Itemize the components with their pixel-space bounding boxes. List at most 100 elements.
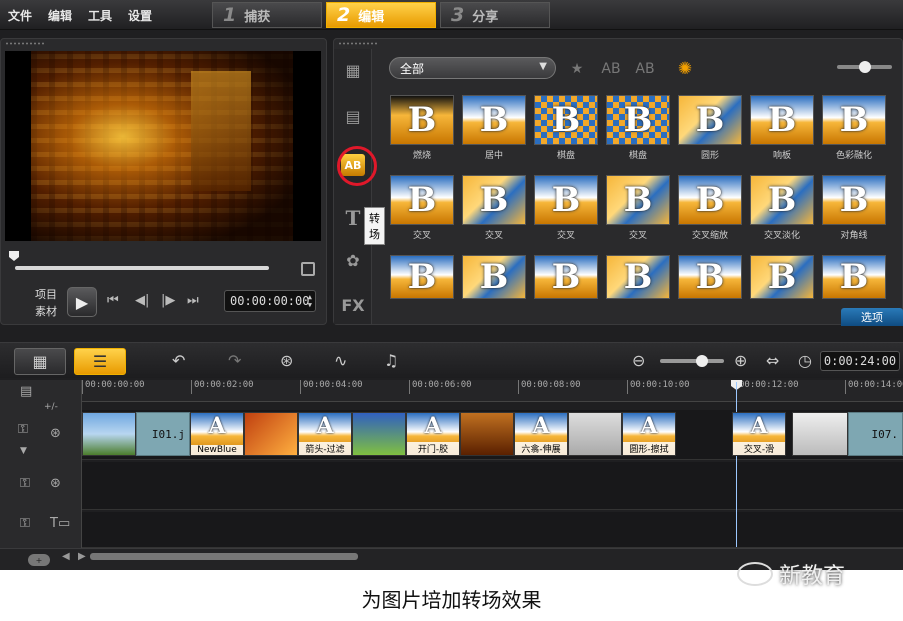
- transition-clip[interactable]: A 交叉-滑: [732, 412, 786, 456]
- track-manager-icon[interactable]: ▤: [20, 384, 32, 399]
- lock-icon[interactable]: ⚿: [20, 476, 30, 491]
- record-icon[interactable]: ⊛: [280, 351, 293, 370]
- next-frame-icon[interactable]: |▶: [161, 293, 175, 308]
- lock-icon[interactable]: ⚿: [18, 422, 28, 437]
- filter-fx-icon[interactable]: FX: [341, 294, 365, 316]
- transition-thumbnail[interactable]: B: [750, 95, 814, 145]
- transition-thumbnail[interactable]: B: [534, 95, 598, 145]
- title-track[interactable]: [82, 512, 903, 548]
- title-icon[interactable]: T: [341, 206, 365, 230]
- transition-clip[interactable]: A NewBlue: [190, 412, 244, 456]
- transition-thumbnail[interactable]: B: [606, 255, 670, 299]
- fit-project-icon[interactable]: ⇔: [766, 351, 779, 370]
- media-icon[interactable]: ▦: [341, 59, 365, 81]
- menu-tools[interactable]: 工具: [88, 7, 112, 24]
- previous-frame-icon[interactable]: ◀|: [135, 293, 149, 308]
- category-dropdown[interactable]: 全部 ▼: [389, 57, 556, 79]
- clip-thumbnail[interactable]: [460, 412, 514, 456]
- scrubber-handle[interactable]: [9, 251, 19, 261]
- audio-mixer-icon[interactable]: ∿: [334, 351, 347, 370]
- step-capture[interactable]: 1 捕获: [212, 2, 322, 28]
- transition-thumbnail[interactable]: B: [822, 255, 886, 299]
- panel-grip[interactable]: [5, 42, 45, 45]
- slider-knob[interactable]: [859, 61, 871, 73]
- play-button[interactable]: ▶: [67, 287, 97, 317]
- transition-thumbnail[interactable]: B: [822, 95, 886, 145]
- transition-clip[interactable]: A 六翕-伸展: [514, 412, 568, 456]
- transition-thumbnail[interactable]: B: [462, 95, 526, 145]
- transition-thumbnail[interactable]: B: [390, 95, 454, 145]
- instant-project-icon[interactable]: ▤: [341, 105, 365, 127]
- clip-thumbnail[interactable]: [244, 412, 298, 456]
- home-icon[interactable]: ⏮: [107, 293, 119, 308]
- step-edit[interactable]: 2 编辑: [326, 2, 436, 28]
- transition-clip[interactable]: A 开门-胶: [406, 412, 460, 456]
- options-button[interactable]: 选项: [841, 308, 903, 326]
- add-track-label[interactable]: +/-: [44, 402, 58, 412]
- menu-settings[interactable]: 设置: [128, 7, 152, 24]
- transition-thumbnail[interactable]: B: [678, 175, 742, 225]
- ruler-tick: 00:00:02:00: [191, 380, 254, 394]
- play-mode[interactable]: 项目 素材: [35, 286, 57, 320]
- transition-thumbnail[interactable]: B: [390, 175, 454, 225]
- menu-file[interactable]: 文件: [8, 7, 32, 24]
- transition-clip[interactable]: A 圆形-擦拭: [622, 412, 676, 456]
- zoom-in-icon[interactable]: ⊕: [734, 351, 747, 370]
- zoom-out-icon[interactable]: ⊖: [632, 351, 645, 370]
- transition-thumbnail[interactable]: B: [822, 175, 886, 225]
- menu-edit[interactable]: 编辑: [48, 7, 72, 24]
- playhead-line[interactable]: [736, 382, 737, 547]
- settings-sun-icon[interactable]: ✺: [674, 59, 696, 79]
- project-duration: 0:00:24:00: [820, 351, 900, 371]
- transition-thumbnail[interactable]: B: [390, 255, 454, 299]
- clip-thumbnail[interactable]: [352, 412, 406, 456]
- enlarge-preview-icon[interactable]: [301, 262, 315, 276]
- clip-thumbnail[interactable]: [568, 412, 622, 456]
- clip-label-block[interactable]: I01.j: [136, 412, 190, 456]
- transition-thumbnail[interactable]: B: [462, 255, 526, 299]
- transition-clip[interactable]: A 箭头-过滤: [298, 412, 352, 456]
- slider-knob[interactable]: [696, 355, 708, 367]
- timecode-field[interactable]: 00:00:00:00 ▲ ▼: [224, 290, 316, 312]
- add-remove-track-button[interactable]: +: [28, 554, 50, 566]
- timecode-spinner-icon[interactable]: ▲ ▼: [308, 293, 312, 309]
- transition-thumbnail[interactable]: B: [534, 255, 598, 299]
- timeline-view-button[interactable]: ☰: [74, 348, 126, 375]
- end-icon[interactable]: ⏭: [187, 293, 199, 308]
- clip-label-block[interactable]: I07.: [848, 412, 903, 456]
- transition-thumbnail[interactable]: B: [462, 175, 526, 225]
- collapse-icon[interactable]: ▼: [20, 446, 27, 456]
- transition-thumbnail[interactable]: B: [678, 255, 742, 299]
- undo-icon[interactable]: ↶: [172, 351, 185, 370]
- clip-thumbnail[interactable]: [792, 412, 848, 456]
- overlay-track[interactable]: [82, 462, 903, 510]
- thumbnail-size-slider[interactable]: [837, 61, 892, 73]
- apply-to-video-icon[interactable]: AB: [600, 59, 622, 79]
- transition-thumbnail[interactable]: B: [750, 255, 814, 299]
- thumbnail-letter: B: [407, 100, 437, 140]
- transition-thumbnail[interactable]: B: [606, 175, 670, 225]
- scroll-left-icon[interactable]: ◀: [62, 551, 70, 562]
- graphic-icon[interactable]: ✿: [341, 249, 365, 271]
- transition-thumbnail[interactable]: B: [606, 95, 670, 145]
- video-track[interactable]: I01.j I07. A NewBlue A 箭头-过滤 A 开门-胶 A 六翕-伸展 A 圆形-…: [82, 410, 903, 460]
- timeline-zoom-slider[interactable]: [660, 355, 724, 367]
- transition-thumbnail[interactable]: B: [750, 175, 814, 225]
- step-share[interactable]: 3 分享: [440, 2, 550, 28]
- horizontal-scrollbar[interactable]: [90, 553, 358, 560]
- transition-thumbnail[interactable]: B: [678, 95, 742, 145]
- scroll-right-icon[interactable]: ▶: [78, 551, 86, 562]
- lock-icon[interactable]: ⚿: [20, 516, 30, 531]
- timeline-ruler[interactable]: 00:00:00:00 00:00:02:00 00:00:04:00 00:00:0…: [82, 380, 903, 402]
- auto-music-icon[interactable]: ♫: [384, 351, 398, 370]
- mode-clip[interactable]: 素材: [35, 303, 57, 320]
- clip-thumbnail[interactable]: [82, 412, 136, 456]
- scrubber-bar[interactable]: [15, 266, 269, 270]
- apply-random-icon[interactable]: AB: [634, 59, 656, 79]
- favorite-star-icon[interactable]: ★: [566, 59, 588, 79]
- mode-project[interactable]: 项目: [35, 286, 57, 303]
- panel-grip[interactable]: [338, 42, 378, 45]
- transition-thumbnail[interactable]: B: [534, 175, 598, 225]
- storyboard-view-button[interactable]: ▦: [14, 348, 66, 375]
- redo-icon[interactable]: ↷: [228, 351, 241, 370]
